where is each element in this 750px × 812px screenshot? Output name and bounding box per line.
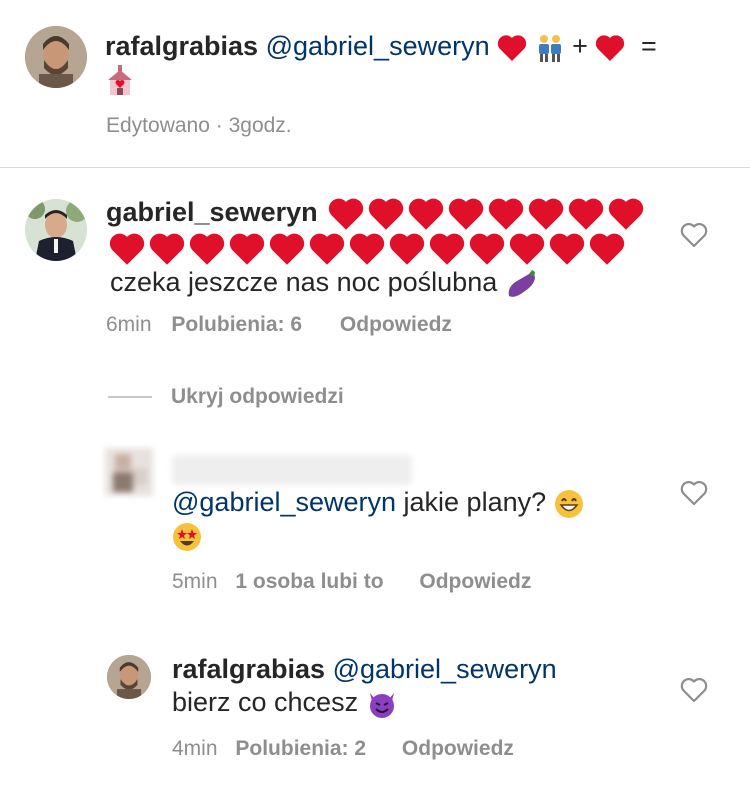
- red-heart-icon: [189, 233, 225, 265]
- red-heart-icon: [589, 233, 625, 265]
- red-heart-icon: [429, 233, 465, 265]
- caption-plus: +: [572, 31, 588, 61]
- red-heart-icon: [368, 198, 404, 230]
- red-heart-icon: [497, 35, 527, 61]
- red-heart-icon: [448, 198, 484, 230]
- meta-dot: ·: [215, 114, 223, 137]
- red-heart-icon: [349, 233, 385, 265]
- red-heart-icon: [389, 233, 425, 265]
- avatar-photo: [25, 199, 87, 261]
- likes-count[interactable]: Polubienia: 6: [171, 313, 302, 336]
- reply-button[interactable]: Odpowiedz: [419, 570, 531, 593]
- reply-text: @gabriel_seweryn jakie plany?: [172, 486, 642, 552]
- comment-username[interactable]: gabriel_seweryn: [106, 197, 318, 227]
- red-heart-icon: [596, 35, 625, 61]
- caption-text: rafalgrabias @gabriel_seweryn + =: [105, 30, 725, 97]
- avatar-photo: [105, 448, 153, 496]
- red-heart-icon: [608, 198, 644, 230]
- hide-replies-button[interactable]: Ukryj odpowiedzi: [171, 385, 344, 409]
- caption-username[interactable]: rafalgrabias: [105, 31, 258, 61]
- edited-label: Edytowano: [106, 114, 210, 137]
- star-struck-icon: [173, 522, 201, 551]
- reply-button[interactable]: Odpowiedz: [340, 313, 452, 336]
- hide-replies-line: [108, 396, 152, 398]
- red-heart-icon: [469, 233, 505, 265]
- comment-meta: 6min Polubienia: 6 Odpowiedz: [106, 313, 452, 337]
- comment-body: czeka jeszcze nas noc poślubna: [110, 266, 498, 297]
- red-heart-icon: [568, 198, 604, 230]
- likes-count[interactable]: 1 osoba lubi to: [235, 570, 383, 593]
- like-heart-icon[interactable]: [680, 480, 708, 506]
- caption-equals: =: [640, 31, 657, 61]
- reply-body: bierz co chcesz: [172, 687, 359, 717]
- reply-time[interactable]: 4min: [172, 737, 218, 760]
- red-heart-icon: [509, 233, 545, 265]
- red-heart-icon: [269, 233, 305, 265]
- two-men-icon: [538, 34, 561, 62]
- red-heart-icon: [149, 233, 185, 265]
- caption-mention[interactable]: @gabriel_seweryn: [266, 31, 490, 61]
- reply-mention[interactable]: @gabriel_seweryn: [172, 487, 396, 517]
- caption-divider: [0, 167, 750, 168]
- likes-count[interactable]: Polubienia: 2: [235, 737, 366, 760]
- avatar-photo: [25, 26, 87, 88]
- blurred-username: [172, 455, 412, 485]
- hide-replies-label[interactable]: Ukryj odpowiedzi: [171, 385, 344, 408]
- red-heart-icon: [408, 198, 444, 230]
- reply-body: jakie plany?: [403, 487, 547, 517]
- reply-meta: 5min 1 osoba lubi to Odpowiedz: [172, 570, 531, 594]
- reply-time[interactable]: 5min: [172, 570, 218, 593]
- caption-time[interactable]: 3godz.: [229, 114, 292, 137]
- red-heart-icon: [328, 198, 364, 230]
- avatar[interactable]: [105, 448, 153, 496]
- avatar[interactable]: [25, 199, 87, 261]
- red-heart-icon: [109, 233, 145, 265]
- smiling-devil-icon: [369, 692, 394, 718]
- red-heart-icon: [528, 198, 564, 230]
- red-heart-icon: [549, 233, 585, 265]
- avatar[interactable]: [107, 655, 151, 699]
- caption-meta: Edytowano · 3godz.: [106, 114, 292, 138]
- avatar-photo: [107, 655, 151, 699]
- avatar[interactable]: [25, 26, 87, 88]
- like-heart-icon[interactable]: [680, 677, 708, 703]
- red-heart-icon: [488, 198, 524, 230]
- reply-username[interactable]: rafalgrabias: [172, 654, 325, 684]
- grinning-face-icon: [554, 489, 583, 518]
- reply-button[interactable]: Odpowiedz: [402, 737, 514, 760]
- reply-mention[interactable]: @gabriel_seweryn: [333, 654, 557, 684]
- red-heart-icon: [229, 233, 265, 265]
- reply-meta: 4min Polubienia: 2 Odpowiedz: [172, 737, 514, 761]
- wedding-chapel-icon: [108, 64, 132, 95]
- reply-text: rafalgrabias @gabriel_seweryn bierz co c…: [172, 653, 642, 719]
- comment-time[interactable]: 6min: [106, 313, 152, 336]
- like-heart-icon[interactable]: [680, 222, 708, 248]
- eggplant-icon: [508, 269, 535, 297]
- comment-text: gabriel_seweryn czeka jeszcze nas noc po…: [106, 196, 646, 299]
- red-heart-icon: [309, 233, 345, 265]
